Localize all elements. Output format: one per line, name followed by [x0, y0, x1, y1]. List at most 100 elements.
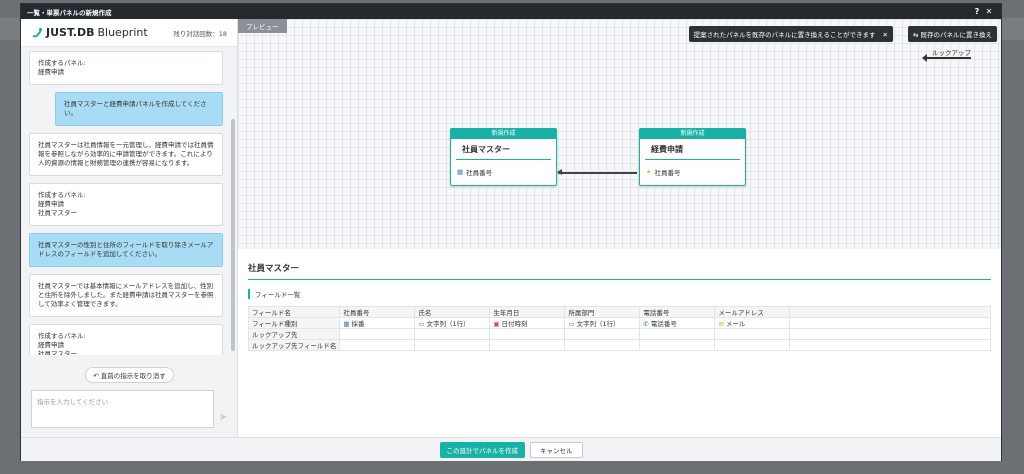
table-row: ルックアップ先フィールド名 [247, 339, 991, 351]
chat-panel: JUST.DB Blueprint 残り対話回数：18 作成するパネル: 経費申請… [21, 19, 238, 437]
panel-field: ⚭ 社員番号 [640, 160, 745, 184]
field-list-label: フィールド一覧 [248, 289, 991, 299]
table-cell [414, 339, 491, 351]
column-header: 社員番号 [339, 306, 416, 318]
message-line: ドレスのフィールドを追加してください。 [38, 250, 161, 258]
message-line: 社員マスターと経費申請パネルを作成してください。 [64, 100, 207, 117]
new-badge: 新規作成 [640, 129, 745, 139]
column-header: メールアドレス [714, 306, 791, 318]
column-header [789, 306, 991, 318]
table-cell [564, 339, 641, 351]
create-panel-button[interactable]: この設計でパネルを作成 [439, 441, 525, 458]
replace-existing-button[interactable]: ⇆ 既存のパネルに置き換え [907, 26, 997, 42]
row-header: ルックアップ先フィールド名 [247, 339, 341, 351]
table-cell [489, 339, 566, 351]
message-line: 経費申請 [38, 341, 64, 349]
help-button[interactable]: ? [971, 7, 983, 16]
cancel-button[interactable]: キャンセル [530, 441, 583, 458]
message-line: 作成するパネル: [38, 191, 86, 199]
column-header: 電話番号 [639, 306, 716, 318]
calendar-icon: ▣ [493, 320, 500, 328]
table-cell: ▭ 文字列（1行） [564, 317, 641, 329]
column-header: 所属部門 [564, 306, 641, 318]
logo-subtext: Blueprint [97, 26, 148, 39]
table-header-row: フィールド名 社員番号 氏名 生年月日 所属部門 電話番号 メールアドレス [247, 306, 991, 318]
column-header: 生年月日 [489, 306, 566, 318]
panel-details: 社員マスター フィールド一覧 フィールド名 社員番号 氏名 生年月日 所属部門 … [238, 249, 1001, 437]
user-message: 社員マスターと経費申請パネルを作成してください。 [55, 92, 223, 126]
lookup-legend-arrow [922, 54, 971, 62]
row-header: フィールド種別 [247, 317, 341, 329]
message-line: 社員マスターでは基本情報にメールアドレスを追加し、性別 [38, 282, 214, 290]
close-notice-icon[interactable]: ✕ [883, 31, 888, 39]
undo-icon: ↶ [93, 372, 99, 380]
column-header: 氏名 [414, 306, 491, 318]
table-cell: ✆ 電話番号 [639, 317, 716, 329]
logo-icon [31, 27, 43, 39]
assistant-message: 作成するパネル: 経費申請 社員マスター [29, 183, 223, 226]
table-cell [789, 328, 991, 340]
message-line: 経費申請 [38, 200, 64, 208]
row-header: ルックアップ先 [247, 328, 341, 340]
message-line: 作成するパネル: [38, 59, 86, 67]
table-row: ルックアップ先 [247, 328, 991, 340]
background-toolbar-left [0, 18, 20, 40]
table-cell [339, 339, 416, 351]
panel-field-label: 社員番号 [466, 169, 493, 177]
new-badge: 新規作成 [451, 129, 556, 139]
panel-card-expense-request[interactable]: 新規作成 経費申請 ⚭ 社員番号 [639, 128, 746, 186]
message-line: 社員マスターは社員情報を一元管理し、経費申請では社員情 [38, 141, 214, 149]
user-message: 社員マスターの性別と住所のフィールドを取り除きメールア ドレスのフィールドを追加し… [29, 233, 223, 267]
message-line: 社員マスターの性別と住所のフィールドを取り除きメールア [38, 241, 214, 249]
chat-header: JUST.DB Blueprint 残り対話回数：18 [21, 19, 237, 47]
send-icon[interactable]: ➤ [219, 412, 227, 423]
panel-name: 社員マスター [456, 139, 551, 160]
dialog-footer: この設計でパネルを作成 キャンセル [21, 437, 1001, 461]
table-cell: ▭ 文字列（1行） [414, 317, 491, 329]
logo-text: JUST.DB [46, 26, 95, 39]
id-card-icon: ▦ [457, 168, 464, 176]
table-cell [714, 339, 791, 351]
assistant-message: 社員マスターでは基本情報にメールアドレスを追加し、性別 と住所を除外しました。また… [29, 274, 223, 317]
phone-icon: ✆ [643, 320, 649, 328]
chat-message-list[interactable]: 作成するパネル: 経費申請 社員マスターと経費申請パネルを作成してください。 社員マス… [21, 47, 231, 355]
assistant-message: 社員マスターは社員情報を一元管理し、経費申請では社員情 報を参照しながら効率的に申… [29, 133, 223, 176]
undo-label: 直前の指示を取り消す [100, 372, 166, 380]
field-table: フィールド名 社員番号 氏名 生年月日 所属部門 電話番号 メールアドレス フィ… [247, 306, 991, 351]
lookup-connector [557, 169, 637, 175]
replace-notice-text: 提案されたパネルを既存のパネルに置き換えることができます [693, 31, 876, 39]
table-cell [639, 339, 716, 351]
swap-icon: ⇆ [912, 31, 919, 39]
chat-scrollbar[interactable] [231, 119, 235, 351]
message-line: して効率よく管理できます。 [38, 300, 122, 308]
close-button[interactable]: ✕ [983, 7, 995, 16]
table-cell [564, 328, 641, 340]
table-row: フィールド種別 ▦ 採番 ▭ 文字列（1行） ▣ 日付時刻 ▭ 文字列（1行） ✆ 電話番… [247, 317, 991, 329]
lookup-icon: ⚭ [646, 168, 652, 176]
message-line: 作成するパネル: [38, 332, 86, 340]
table-cell [339, 328, 416, 340]
message-line: 人的資源の情報と財務管理の連携が容易になります。 [38, 159, 194, 167]
instruction-input[interactable]: 指示を入力してください [31, 390, 214, 428]
panel-name: 経費申請 [645, 139, 740, 160]
table-cell [489, 328, 566, 340]
table-cell [714, 328, 791, 340]
assistant-message: 作成するパネル: 経費申請 社員マスター [29, 324, 223, 355]
preview-tag: プレビュー [238, 19, 287, 33]
panel-card-employee-master[interactable]: 新規作成 社員マスター ▦ 社員番号 [450, 128, 557, 186]
logo: JUST.DB Blueprint [31, 26, 148, 39]
lookup-legend-label: ルックアップ [932, 49, 971, 57]
dialog-title: 一覧・単票パネルの新規作成 [27, 8, 112, 17]
text-field-icon: ▭ [418, 320, 425, 328]
auto-number-icon: ▦ [343, 320, 350, 328]
preview-canvas[interactable]: プレビュー 提案されたパネルを既存のパネルに置き換えることができます ✕ ⇆ 既… [238, 19, 1001, 249]
table-cell [789, 339, 991, 351]
table-cell: ▦ 採番 [339, 317, 416, 329]
message-line: 社員マスター [38, 350, 77, 355]
panel-field: ▦ 社員番号 [451, 160, 556, 184]
details-title: 社員マスター [248, 249, 991, 280]
undo-button[interactable]: ↶ 直前の指示を取り消す [85, 367, 174, 383]
assistant-message: 作成するパネル: 経費申請 [29, 51, 223, 85]
table-cell: ✉ メール [714, 317, 791, 329]
table-cell [639, 328, 716, 340]
